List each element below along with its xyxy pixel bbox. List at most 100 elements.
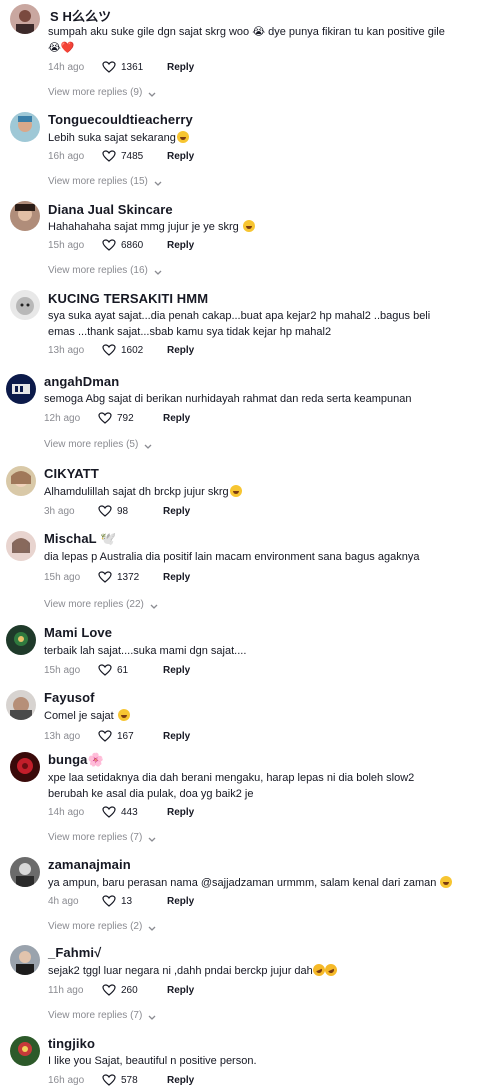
username[interactable]: tingjiko: [48, 1036, 95, 1051]
heart-outline-icon[interactable]: [98, 730, 112, 742]
tears-of-joy-emoji: [229, 485, 242, 497]
comment-meta: 13h ago 1602 Reply: [48, 344, 194, 356]
timestamp: 16h ago: [48, 1074, 85, 1086]
reply-button[interactable]: Reply: [167, 985, 194, 996]
avatar[interactable]: [10, 112, 40, 142]
view-more-replies[interactable]: View more replies (7): [48, 1010, 156, 1021]
view-more-replies[interactable]: View more replies (5): [44, 439, 152, 450]
comment-meta: 13h ago 167 Reply: [44, 730, 190, 742]
username[interactable]: bunga🌸: [48, 752, 104, 768]
username[interactable]: angahDman: [44, 374, 119, 389]
view-more-replies[interactable]: View more replies (7): [48, 832, 156, 843]
comment-text: Lebih suka sajat sekarang: [48, 130, 488, 146]
comment-meta: 4h ago 13 Reply: [48, 895, 194, 907]
timestamp: 15h ago: [44, 664, 81, 676]
avatar[interactable]: [10, 945, 40, 975]
view-more-replies[interactable]: View more replies (9): [48, 87, 156, 98]
like-count: 443: [121, 806, 138, 818]
heart-outline-icon[interactable]: [98, 664, 112, 676]
reply-button[interactable]: Reply: [167, 345, 194, 356]
like-count: 260: [121, 984, 138, 996]
username[interactable]: CIKYATT: [44, 466, 99, 481]
heart-outline-icon[interactable]: [102, 1074, 116, 1086]
comment-meta: 12h ago 792 Reply: [44, 412, 190, 424]
username[interactable]: MischaL 🕊️: [44, 531, 116, 547]
username[interactable]: KUCING TERSAKITI HMM: [48, 291, 208, 306]
avatar[interactable]: [6, 466, 36, 496]
avatar[interactable]: [10, 857, 40, 887]
heart-outline-icon[interactable]: [102, 61, 116, 73]
view-more-replies[interactable]: View more replies (15): [48, 176, 162, 187]
avatar[interactable]: [6, 625, 36, 655]
username[interactable]: Mami Love: [44, 625, 112, 640]
username[interactable]: Fayusof: [44, 690, 95, 705]
avatar[interactable]: [6, 531, 36, 561]
username[interactable]: Tonguecouldtieacherry: [48, 112, 193, 127]
username[interactable]: S H么么ツ: [50, 6, 111, 25]
avatar[interactable]: [10, 1036, 40, 1066]
comment-text: terbaik lah sajat....suka mami dgn sajat…: [44, 645, 247, 657]
timestamp: 16h ago: [48, 150, 85, 162]
reply-button[interactable]: Reply: [167, 1075, 194, 1086]
reply-button[interactable]: Reply: [167, 151, 194, 162]
comment-meta: 3h ago 98 Reply: [44, 505, 190, 517]
reply-button[interactable]: Reply: [163, 413, 190, 424]
reply-button[interactable]: Reply: [163, 572, 190, 583]
avatar[interactable]: [6, 690, 36, 720]
avatar[interactable]: [10, 201, 40, 231]
timestamp: 3h ago: [44, 505, 75, 517]
like-count: 167: [117, 730, 134, 742]
comment-meta: 15h ago 1372 Reply: [44, 571, 190, 583]
username[interactable]: zamanajmain: [48, 857, 131, 872]
heart-outline-icon[interactable]: [98, 505, 112, 517]
comment-meta: 11h ago 260 Reply: [48, 984, 194, 996]
heart-outline-icon[interactable]: [102, 806, 116, 818]
comment-text: Comel je sajat: [44, 708, 484, 724]
like-count: 578: [121, 1074, 138, 1086]
emoji-line: 😭❤️: [48, 41, 75, 54]
timestamp: 4h ago: [48, 895, 79, 907]
avatar[interactable]: [10, 290, 40, 320]
heart-outline-icon[interactable]: [102, 984, 116, 996]
username[interactable]: _Fahmi√: [48, 945, 101, 960]
timestamp: 15h ago: [48, 239, 85, 251]
comment-meta: 14h ago 1361 Reply: [48, 61, 194, 73]
chevron-down-icon: [148, 1013, 156, 1020]
reply-button[interactable]: Reply: [167, 62, 194, 73]
comment-text: xpe laa setidaknya dia dah berani mengak…: [48, 772, 415, 800]
avatar[interactable]: [10, 752, 40, 782]
heart-outline-icon[interactable]: [102, 150, 116, 162]
timestamp: 12h ago: [44, 412, 81, 424]
reply-button[interactable]: Reply: [163, 506, 190, 517]
timestamp: 11h ago: [48, 984, 84, 996]
reply-button[interactable]: Reply: [167, 896, 194, 907]
comment-text: Hahahahaha sajat mmg jujur je ye skrg: [48, 219, 488, 235]
heart-outline-icon[interactable]: [102, 239, 116, 251]
tears-of-joy-emoji: [440, 876, 453, 888]
heart-outline-icon[interactable]: [102, 344, 116, 356]
like-count: 1361: [121, 61, 144, 73]
heart-outline-icon[interactable]: [98, 571, 112, 583]
comment-text: Alhamdulillah sajat dh brckp jujur skrg: [44, 484, 484, 500]
tears-of-joy-emoji: [242, 220, 255, 232]
view-more-replies[interactable]: View more replies (16): [48, 265, 162, 276]
like-count: 1602: [121, 344, 144, 356]
timestamp: 15h ago: [44, 571, 81, 583]
reply-button[interactable]: Reply: [163, 731, 190, 742]
reply-button[interactable]: Reply: [167, 807, 194, 818]
reply-button[interactable]: Reply: [167, 240, 194, 251]
timestamp: 13h ago: [48, 344, 85, 356]
heart-outline-icon[interactable]: [102, 895, 116, 907]
comment-meta: 14h ago 443 Reply: [48, 806, 194, 818]
chevron-down-icon: [148, 924, 156, 931]
timestamp: 13h ago: [44, 730, 81, 742]
username[interactable]: Diana Jual Skincare: [48, 202, 173, 217]
heart-outline-icon[interactable]: [98, 412, 112, 424]
avatar[interactable]: [6, 374, 36, 404]
chevron-down-icon: [154, 179, 162, 186]
avatar[interactable]: [10, 4, 40, 34]
reply-button[interactable]: Reply: [163, 665, 190, 676]
view-more-replies[interactable]: View more replies (2): [48, 921, 156, 932]
view-more-replies[interactable]: View more replies (22): [44, 599, 158, 610]
chevron-down-icon: [148, 90, 156, 97]
